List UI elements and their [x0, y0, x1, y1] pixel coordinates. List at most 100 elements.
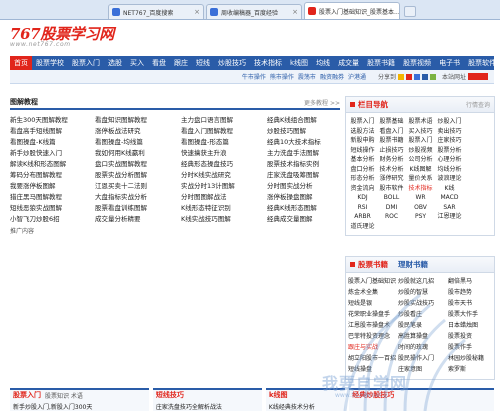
nav-item-home[interactable]: 首页 [10, 56, 32, 70]
column-tag-link[interactable]: 股票分析 [435, 146, 464, 156]
book-link[interactable]: 炼金术全集 [348, 288, 398, 298]
column-tag-link[interactable]: 短线操作 [348, 146, 377, 156]
book-link[interactable]: 花荣职业操盘手 [348, 310, 398, 320]
tutorial-link[interactable]: K线形态特征识别 [181, 204, 267, 213]
quote-query-link[interactable]: 行情查询 [466, 100, 490, 109]
column-tag-link[interactable]: 股票入门 [406, 136, 435, 146]
more-link[interactable]: 更多教程 >> [304, 98, 340, 107]
book-link[interactable]: 股民操作入门 [398, 354, 448, 364]
tutorial-link[interactable]: 新手炒股快速入门 [10, 149, 95, 158]
column-tag-link[interactable]: 止损技巧 [377, 146, 406, 156]
tutorial-link[interactable]: 解读K线和形态图解 [10, 160, 95, 169]
tutorial-link[interactable]: 看盘高手短线图解 [10, 127, 95, 136]
column-tag-link[interactable]: 看盘入门 [377, 127, 406, 137]
tab-stock-books[interactable]: 股票书籍 [358, 259, 388, 270]
tutorial-link[interactable]: 江恩买卖十二法则 [95, 182, 181, 191]
book-link[interactable]: 日本蜡烛图 [448, 321, 494, 331]
tutorial-link[interactable]: 涨停板战法研究 [95, 127, 181, 136]
tutorial-link[interactable]: 涨停板操盘图解 [267, 193, 342, 202]
book-link[interactable]: 股市天书 [448, 299, 494, 309]
column-tag-link[interactable]: K线 [435, 184, 464, 194]
column-tag-link[interactable]: 形态分析 [348, 174, 377, 184]
column-tag-link[interactable]: 财务分析 [377, 155, 406, 165]
column-tag-link[interactable]: 量价关系 [406, 174, 435, 184]
column-tag-link[interactable]: 股票术语 [406, 117, 435, 127]
nav-item[interactable]: 跟庄 [170, 58, 192, 68]
tutorial-link[interactable]: 盘口实战图解教程 [95, 160, 181, 169]
column-tag-link[interactable]: ARBR [348, 212, 377, 222]
book-link[interactable]: 炒股看庄 [398, 310, 448, 320]
renren-icon[interactable] [421, 73, 428, 80]
column-tag-link[interactable]: 股票基础 [377, 117, 406, 127]
tutorial-link[interactable]: K线实战技巧图解 [181, 215, 267, 224]
column-tag-link[interactable]: 选股方法 [348, 127, 377, 137]
browser-tab[interactable]: 周收编稿器_百度经验 × [206, 4, 302, 19]
more-share-icon[interactable] [429, 73, 436, 80]
nav-item[interactable]: 看盘 [148, 58, 170, 68]
book-link[interactable]: 林园炒股秘籍 [448, 354, 494, 364]
book-link[interactable]: 短线是银 [348, 299, 398, 309]
weibo-icon[interactable] [405, 73, 412, 80]
column-tag-link[interactable]: 买入技巧 [406, 127, 435, 137]
book-link[interactable]: 翻倍黑马 [448, 277, 494, 287]
nav-item[interactable]: 股票入门 [68, 58, 104, 68]
tutorial-link[interactable]: 筹码分布图解教程 [10, 171, 95, 180]
tutorial-link[interactable]: 经典K线形态图解 [267, 204, 342, 213]
column-tag-link[interactable]: 股市软件 [377, 184, 406, 194]
subnav-link[interactable]: 熊市操作 [268, 72, 296, 81]
book-link[interactable]: 炒股的智慧 [398, 288, 448, 298]
bottom-section-sub[interactable]: 股票知识 术语 [45, 391, 83, 400]
tutorial-link[interactable]: 成交量分析精要 [95, 215, 181, 224]
nav-item[interactable]: 成交量 [334, 58, 363, 68]
book-link[interactable]: 股市趋势 [448, 288, 494, 298]
column-tag-link[interactable]: 均线分析 [435, 165, 464, 175]
book-link[interactable]: 炒股实战技巧 [398, 299, 448, 309]
bottom-section-title[interactable]: 短线技巧 [156, 390, 184, 400]
tutorial-link[interactable]: 炒股技巧图解 [267, 127, 342, 136]
tutorial-link[interactable]: 看盘入门图解教程 [181, 127, 267, 136]
book-link[interactable]: 索罗斯 [448, 365, 494, 375]
nav-item[interactable]: 股票书籍 [363, 58, 399, 68]
book-link[interactable]: 胡立阳股市一百招 [348, 354, 398, 364]
bottom-section-link[interactable]: 庄家洗盘技巧全解析战法 [153, 400, 262, 411]
column-tag-link[interactable]: 公司分析 [406, 155, 435, 165]
tutorial-link[interactable]: 分时图实战分析 [267, 182, 342, 191]
nav-item[interactable]: 选股 [104, 58, 126, 68]
tutorial-link[interactable]: 短线恶狼实战图解 [10, 204, 95, 213]
bottom-section-link[interactable]: K线经典技术分析 [266, 400, 345, 411]
column-tag-link[interactable]: MACD [435, 193, 464, 203]
book-link[interactable]: 巴菲特投资理念 [348, 332, 398, 342]
tutorial-link[interactable]: 经典形态操盘技巧 [181, 160, 267, 169]
column-tag-link[interactable]: 技术指标 [406, 184, 435, 194]
column-tag-link[interactable]: 新股申购 [348, 136, 377, 146]
bottom-section-title[interactable]: 股票入门 [13, 390, 41, 400]
nav-item[interactable]: 股票学校 [32, 58, 68, 68]
column-tag-link[interactable]: KDJ [348, 193, 377, 203]
book-link[interactable]: 股票大作手 [448, 310, 494, 320]
nav-item[interactable]: 电子书 [435, 58, 464, 68]
book-link[interactable]: 江恩股市操盘术 [348, 321, 398, 331]
book-link[interactable]: 股票作手 [448, 343, 494, 353]
tutorial-link[interactable]: 主力洗盘手法图解 [267, 149, 342, 158]
book-link[interactable]: 时间的玫瑰 [398, 343, 448, 353]
nav-item[interactable]: 买入 [126, 58, 148, 68]
column-tag-link[interactable]: ROC [377, 212, 406, 222]
nav-item[interactable]: 股票视频 [399, 58, 435, 68]
column-tag-link[interactable]: 心理分析 [435, 155, 464, 165]
book-link[interactable]: 股票投资 [448, 332, 494, 342]
column-tag-link[interactable]: 炒股视频 [406, 146, 435, 156]
column-tag-link[interactable]: BOLL [377, 193, 406, 203]
column-tag-link[interactable]: 江恩理论 [435, 212, 464, 222]
tutorial-link[interactable]: 我要涨停板图解 [10, 182, 95, 191]
column-tag-link[interactable]: 资金流向 [348, 184, 377, 194]
browser-tab[interactable]: NET767_百度搜索 × [108, 4, 204, 19]
tutorial-link[interactable]: 经典10大技术指标 [267, 138, 342, 147]
new-tab-button[interactable] [404, 6, 416, 17]
tutorial-link[interactable]: 分时K线实战研究 [181, 171, 267, 180]
tutorial-link[interactable]: 看图操盘-均线篇 [95, 138, 181, 147]
column-tag-link[interactable]: 基本分析 [348, 155, 377, 165]
site-address-icon[interactable] [468, 73, 488, 80]
qzone-icon[interactable] [397, 73, 404, 80]
column-tag-link[interactable]: DMI [377, 203, 406, 213]
nav-item[interactable]: 短线 [192, 58, 214, 68]
